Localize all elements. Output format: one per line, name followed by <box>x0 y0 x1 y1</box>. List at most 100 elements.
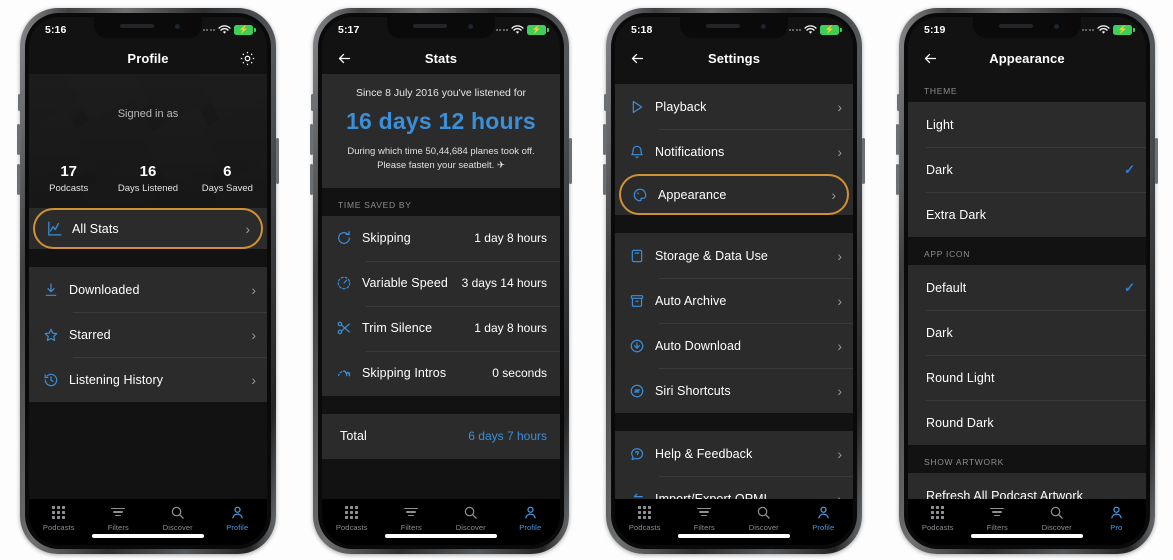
tab-filters[interactable]: Filters <box>675 504 735 532</box>
siri-icon <box>629 383 655 399</box>
chevron-right-icon: › <box>245 220 250 237</box>
row-all-stats[interactable]: All Stats › <box>33 208 263 249</box>
power-button[interactable] <box>1155 138 1158 184</box>
import-export-icon <box>629 491 655 500</box>
row-auto-archive[interactable]: Auto Archive › <box>615 278 853 323</box>
tab-label: Filters <box>400 523 422 532</box>
power-button[interactable] <box>569 138 572 184</box>
tab-label: Profile <box>812 523 835 532</box>
row-help-feedback[interactable]: Help & Feedback › <box>615 431 853 476</box>
tab-label: Filters <box>107 523 129 532</box>
row-theme-light[interactable]: Light <box>908 102 1146 147</box>
tab-profile[interactable]: Profile <box>794 504 854 532</box>
row-notifications[interactable]: Notifications › <box>615 129 853 174</box>
volume-down-button[interactable] <box>310 164 313 195</box>
row-downloaded[interactable]: Downloaded › <box>29 267 267 312</box>
row-skipping-intros[interactable]: Skipping Intros 0 seconds <box>322 350 560 396</box>
chevron-right-icon: › <box>837 445 842 462</box>
filter-icon <box>697 504 712 520</box>
tab-discover[interactable]: Discover <box>441 504 501 532</box>
status-time: 5:18 <box>631 24 653 36</box>
section-header-theme: THEME <box>908 74 1146 102</box>
tab-filters[interactable]: Filters <box>89 504 149 532</box>
power-button[interactable] <box>862 138 865 184</box>
star-icon <box>43 327 69 343</box>
tab-label: Discover <box>455 523 486 532</box>
row-theme-extra-dark[interactable]: Extra Dark <box>908 192 1146 237</box>
row-listening-history[interactable]: Listening History › <box>29 357 267 402</box>
row-storage-data-use[interactable]: Storage & Data Use › <box>615 233 853 278</box>
row-appicon-default[interactable]: Default ✓ <box>908 265 1146 310</box>
silent-switch[interactable] <box>604 94 607 111</box>
power-button[interactable] <box>276 138 279 184</box>
row-appearance[interactable]: Appearance › <box>619 174 849 215</box>
grid-icon <box>345 504 359 520</box>
tab-label: Discover <box>748 523 779 532</box>
tab-filters[interactable]: Filters <box>382 504 442 532</box>
wifi-icon <box>511 25 524 34</box>
home-indicator[interactable] <box>385 534 497 538</box>
gear-icon[interactable] <box>239 50 256 67</box>
volume-up-button[interactable] <box>17 124 20 155</box>
speedometer-icon <box>336 275 362 291</box>
tab-profile[interactable]: Pro <box>1087 504 1147 532</box>
row-theme-dark[interactable]: Dark ✓ <box>908 147 1146 192</box>
tab-bar: Podcasts Filters Discover <box>29 499 267 545</box>
tab-podcasts[interactable]: Podcasts <box>908 504 968 532</box>
volume-down-button[interactable] <box>896 164 899 195</box>
tab-profile[interactable]: Profile <box>501 504 561 532</box>
volume-up-button[interactable] <box>603 124 606 155</box>
row-value: 0 seconds <box>492 366 547 381</box>
tab-discover[interactable]: Discover <box>734 504 794 532</box>
row-appicon-round-light[interactable]: Round Light <box>908 355 1146 400</box>
tab-profile[interactable]: Profile <box>208 504 268 532</box>
row-label: Default <box>926 280 967 295</box>
wifi-icon <box>1097 25 1110 34</box>
nav-bar-appearance: Appearance <box>908 43 1146 74</box>
volume-down-button[interactable] <box>17 164 20 195</box>
row-import-export-opml[interactable]: Import/Export OPML › <box>615 476 853 499</box>
home-indicator[interactable] <box>678 534 790 538</box>
row-label: Round Dark <box>926 415 994 430</box>
chevron-right-icon: › <box>251 281 256 298</box>
row-variable-speed[interactable]: Variable Speed 3 days 14 hours <box>322 260 560 306</box>
back-arrow-icon[interactable] <box>627 49 647 69</box>
stat-label: Days Saved <box>201 183 253 194</box>
volume-up-button[interactable] <box>310 124 313 155</box>
signal-icon <box>199 29 215 31</box>
row-appicon-dark[interactable]: Dark <box>908 310 1146 355</box>
tab-podcasts[interactable]: Podcasts <box>322 504 382 532</box>
appearance-content: THEME Light Dark ✓ Extra Dark APP ICON D… <box>908 74 1146 499</box>
volume-down-button[interactable] <box>603 164 606 195</box>
tab-podcasts[interactable]: Podcasts <box>615 504 675 532</box>
tab-discover[interactable]: Discover <box>1027 504 1087 532</box>
home-indicator[interactable] <box>971 534 1083 538</box>
row-auto-download[interactable]: Auto Download › <box>615 323 853 368</box>
filter-icon <box>111 504 126 520</box>
tab-discover[interactable]: Discover <box>148 504 208 532</box>
silent-switch[interactable] <box>897 94 900 111</box>
person-icon <box>816 504 831 520</box>
chevron-right-icon: › <box>831 186 836 203</box>
row-trim-silence[interactable]: Trim Silence 1 day 8 hours <box>322 305 560 351</box>
tab-podcasts[interactable]: Podcasts <box>29 504 89 532</box>
row-skipping[interactable]: Skipping 1 day 8 hours <box>322 215 560 261</box>
back-arrow-icon[interactable] <box>334 49 354 69</box>
volume-up-button[interactable] <box>896 124 899 155</box>
settings-group-2: Storage & Data Use › Auto Archive › Auto… <box>615 233 853 413</box>
row-refresh-all-podcast-artwork[interactable]: Refresh All Podcast Artwork <box>908 473 1146 499</box>
home-indicator[interactable] <box>92 534 204 538</box>
row-appicon-round-dark[interactable]: Round Dark <box>908 400 1146 445</box>
checkmark-icon: ✓ <box>1124 161 1135 177</box>
tab-filters[interactable]: Filters <box>968 504 1028 532</box>
silent-switch[interactable] <box>311 94 314 111</box>
row-label: Trim Silence <box>362 321 433 336</box>
stat-value: 17 <box>60 162 77 180</box>
silent-switch[interactable] <box>18 94 21 111</box>
tab-label: Filters <box>693 523 715 532</box>
row-starred[interactable]: Starred › <box>29 312 267 357</box>
row-siri-shortcuts[interactable]: Siri Shortcuts › <box>615 368 853 413</box>
row-playback[interactable]: Playback › <box>615 84 853 129</box>
back-arrow-icon[interactable] <box>920 49 940 69</box>
history-icon <box>43 372 69 388</box>
